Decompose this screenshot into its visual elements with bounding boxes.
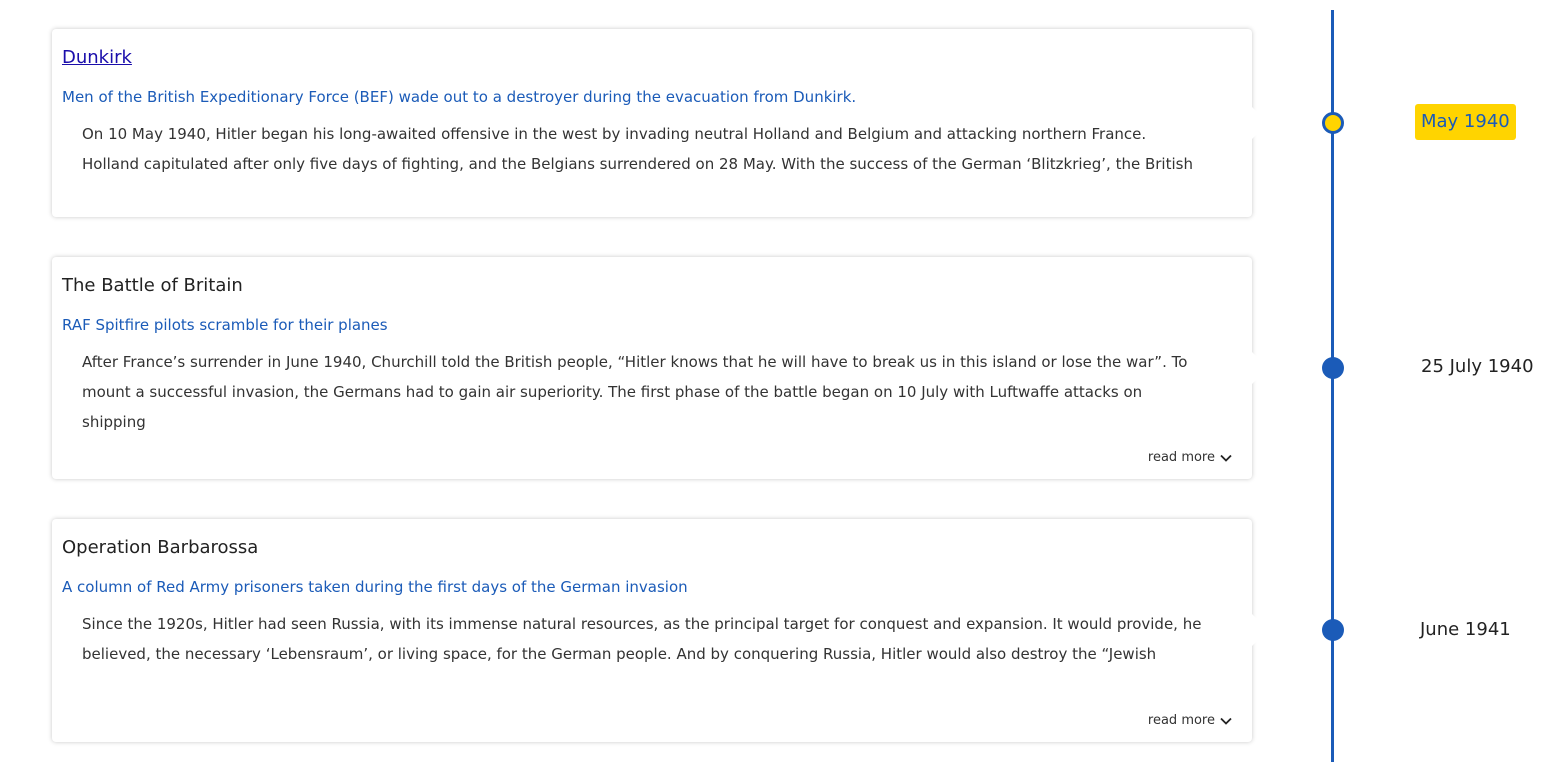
event-caption: A column of Red Army prisoners taken dur… xyxy=(62,578,688,596)
timeline-marker[interactable] xyxy=(1322,357,1344,379)
event-title: The Battle of Britain xyxy=(62,275,243,296)
event-description: On 10 May 1940, Hitler began his long-aw… xyxy=(82,125,1193,173)
event-title: Operation Barbarossa xyxy=(62,537,259,558)
timeline-date[interactable]: June 1941 xyxy=(1420,618,1511,642)
event-card-operation-barbarossa: Operation Barbarossa A column of Red Arm… xyxy=(52,519,1252,742)
event-caption: RAF Spitfire pilots scramble for their p… xyxy=(62,316,388,334)
read-more-label: read more xyxy=(1147,450,1215,465)
timeline-marker-active[interactable] xyxy=(1322,112,1344,134)
event-caption: Men of the British Expeditionary Force (… xyxy=(62,88,857,106)
event-title-link[interactable]: Dunkirk xyxy=(62,46,1242,70)
event-card-dunkirk: Dunkirk Men of the British Expeditionary… xyxy=(52,29,1252,217)
read-more-label: read more xyxy=(1147,713,1215,728)
read-more-button[interactable]: read more xyxy=(1148,450,1232,465)
timeline-marker[interactable] xyxy=(1322,619,1344,641)
event-description: Since the 1920s, Hitler had seen Russia,… xyxy=(82,615,1202,663)
event-card-battle-of-britain: The Battle of Britain RAF Spitfire pilot… xyxy=(52,257,1252,479)
chevron-down-icon xyxy=(1220,454,1232,462)
event-description: After France’s surrender in June 1940, C… xyxy=(82,353,1188,431)
chevron-down-icon xyxy=(1220,717,1232,725)
timeline-date[interactable]: 25 July 1940 xyxy=(1421,355,1534,379)
timeline-page: Dunkirk Men of the British Expeditionary… xyxy=(0,0,1565,762)
read-more-button[interactable]: read more xyxy=(1148,713,1232,728)
timeline-date-active[interactable]: May 1940 xyxy=(1415,104,1516,140)
